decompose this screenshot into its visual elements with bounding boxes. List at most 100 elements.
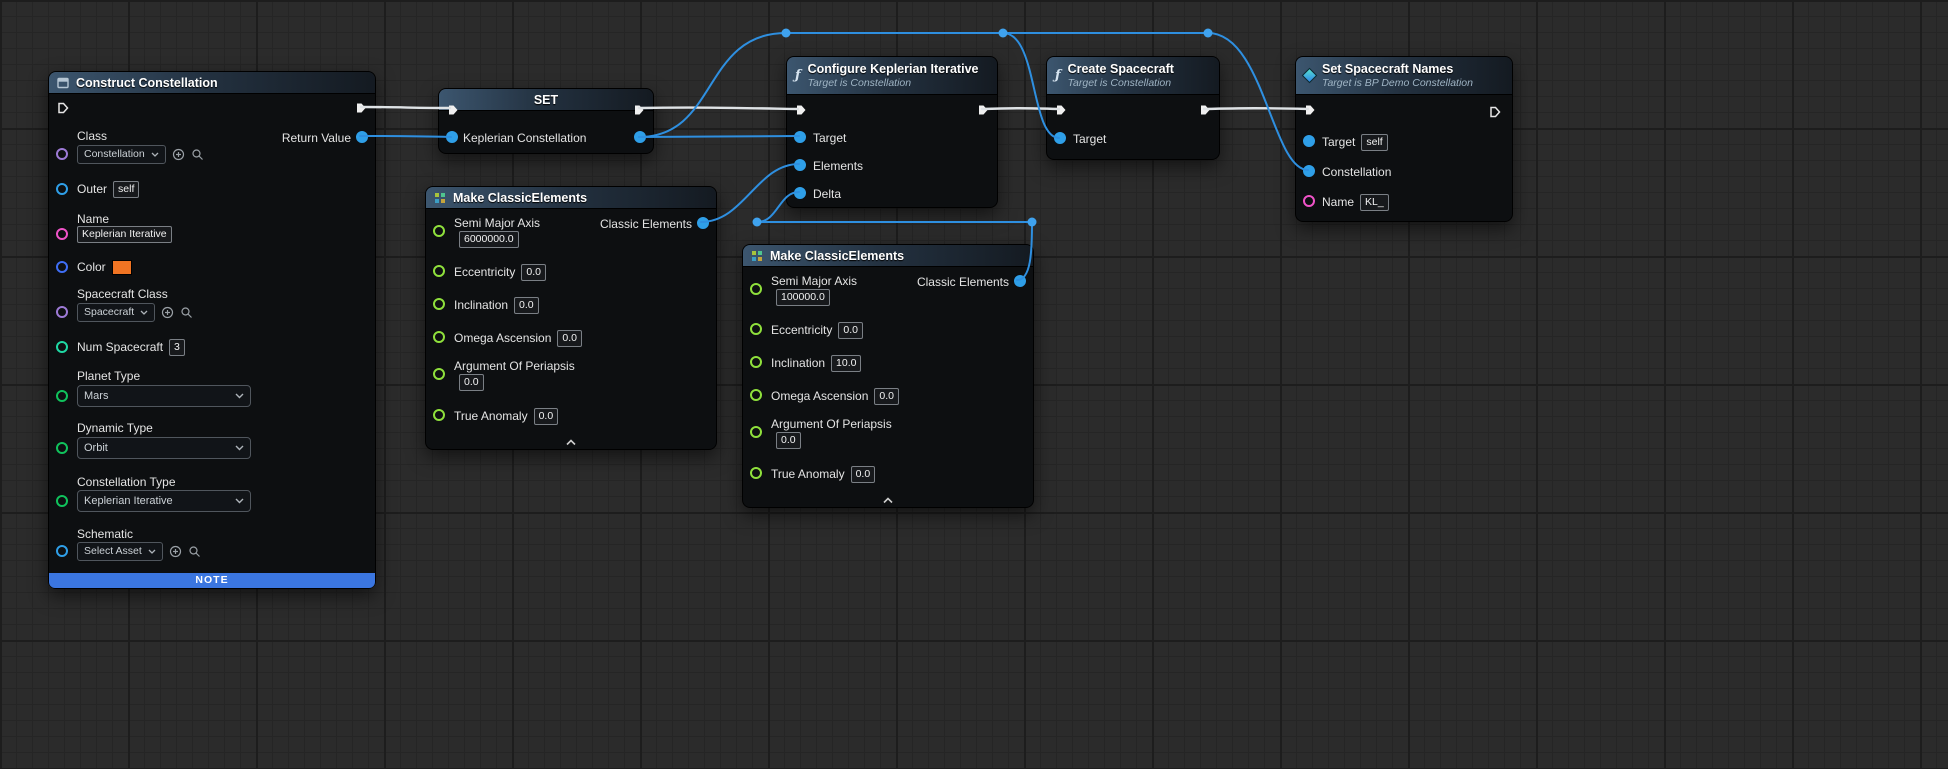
outer-pin[interactable]: [56, 183, 68, 195]
eccentricity-pin[interactable]: [433, 265, 445, 277]
keplerian-constellation-in-pin[interactable]: [446, 131, 458, 143]
node-make-classicelements-2[interactable]: Make ClassicElements Semi Major Axis 100…: [742, 244, 1034, 508]
elements-row: Elements: [813, 158, 863, 174]
dynamic-type-dropdown[interactable]: Orbit: [77, 437, 251, 459]
schematic-dropdown[interactable]: Select Asset: [77, 542, 163, 561]
exec-out-pin[interactable]: [976, 103, 990, 117]
true-anomaly-pin[interactable]: [433, 409, 445, 421]
node-header-make-1[interactable]: Make ClassicElements: [426, 187, 716, 209]
name-pin[interactable]: [56, 228, 68, 240]
target-pin[interactable]: [794, 131, 806, 143]
note-bar[interactable]: NOTE: [49, 573, 375, 588]
argument-of-periapsis-value-box[interactable]: 0.0: [776, 432, 801, 449]
planet-type-pin[interactable]: [56, 390, 68, 402]
node-header-set[interactable]: SET: [439, 89, 653, 111]
constellation-type-dropdown[interactable]: Keplerian Iterative: [77, 490, 251, 512]
node-header-set-names[interactable]: Set Spacecraft Names Target is BP Demo C…: [1296, 57, 1512, 95]
true-anomaly-value-box[interactable]: 0.0: [851, 466, 876, 483]
collapse-chevron-icon[interactable]: [565, 439, 577, 446]
eccentricity-pin[interactable]: [750, 323, 762, 335]
plus-circle-icon[interactable]: [161, 306, 174, 319]
node-header-construct[interactable]: Construct Constellation: [49, 72, 375, 94]
reroute-node[interactable]: [1028, 218, 1037, 227]
name-value-box[interactable]: KL_: [1360, 194, 1389, 211]
node-set-spacecraft-names[interactable]: Set Spacecraft Names Target is BP Demo C…: [1295, 56, 1513, 222]
inclination-pin[interactable]: [750, 356, 762, 368]
exec-in-pin[interactable]: [1303, 103, 1317, 117]
num-spacecraft-value-box[interactable]: 3: [169, 339, 185, 356]
semi-major-axis-value-box[interactable]: 6000000.0: [459, 231, 519, 248]
semi-major-axis-value-box[interactable]: 100000.0: [776, 289, 830, 306]
node-make-classicelements-1[interactable]: Make ClassicElements Semi Major Axis 600…: [425, 186, 717, 450]
color-pin[interactable]: [56, 261, 68, 273]
omega-ascension-pin[interactable]: [433, 331, 445, 343]
blueprint-graph-canvas[interactable]: Construct Constellation Return Value Cla…: [0, 0, 1948, 769]
node-configure-keplerian-iterative[interactable]: ƒ Configure Keplerian Iterative Target i…: [786, 56, 998, 208]
planet-type-dropdown[interactable]: Mars: [77, 385, 251, 407]
inclination-value-box[interactable]: 0.0: [514, 297, 539, 314]
class-dropdown[interactable]: Constellation: [77, 145, 166, 164]
target-pin[interactable]: [1054, 132, 1066, 144]
omega-ascension-value-box[interactable]: 0.0: [557, 330, 582, 347]
true-anomaly-pin[interactable]: [750, 467, 762, 479]
exec-out-pin[interactable]: [1198, 103, 1212, 117]
keplerian-constellation-out-pin[interactable]: [634, 131, 646, 143]
eccentricity-value-box[interactable]: 0.0: [521, 264, 546, 281]
classic-elements-out-pin[interactable]: [1014, 275, 1026, 287]
spacecraft-class-dropdown[interactable]: Spacecraft: [77, 303, 155, 322]
semi-major-axis-pin[interactable]: [750, 283, 762, 295]
node-header-create[interactable]: ƒ Create Spacecraft Target is Constellat…: [1047, 57, 1219, 95]
exec-out-pin[interactable]: [354, 101, 368, 115]
collapse-chevron-icon[interactable]: [882, 497, 894, 504]
exec-out-pin[interactable]: [632, 103, 646, 117]
node-set-keplerian-constellation[interactable]: SET Keplerian Constellation: [438, 88, 654, 154]
plus-circle-icon[interactable]: [169, 545, 182, 558]
delta-pin[interactable]: [794, 187, 806, 199]
reroute-node[interactable]: [753, 218, 762, 227]
name-value-box[interactable]: Keplerian Iterative: [77, 226, 172, 243]
elements-pin[interactable]: [794, 159, 806, 171]
argument-of-periapsis-pin[interactable]: [433, 368, 445, 380]
search-icon[interactable]: [180, 306, 193, 319]
exec-out-pin[interactable]: [1488, 105, 1502, 119]
target-value-box[interactable]: self: [1361, 134, 1387, 151]
search-icon[interactable]: [191, 148, 204, 161]
spacecraft-class-pin[interactable]: [56, 306, 68, 318]
true-anomaly-value-box[interactable]: 0.0: [534, 408, 559, 425]
spacecraft-class-label: Spacecraft Class: [77, 287, 168, 301]
eccentricity-value-box[interactable]: 0.0: [838, 322, 863, 339]
outer-value-box[interactable]: self: [113, 181, 139, 198]
exec-in-pin[interactable]: [794, 103, 808, 117]
inclination-value-box[interactable]: 10.0: [831, 355, 861, 372]
argument-of-periapsis-value-box[interactable]: 0.0: [459, 374, 484, 391]
color-swatch[interactable]: [112, 260, 132, 275]
num-spacecraft-pin[interactable]: [56, 341, 68, 353]
constellation-pin[interactable]: [1303, 165, 1315, 177]
node-create-spacecraft[interactable]: ƒ Create Spacecraft Target is Constellat…: [1046, 56, 1220, 160]
node-construct-constellation[interactable]: Construct Constellation Return Value Cla…: [48, 71, 376, 589]
node-header-make-2[interactable]: Make ClassicElements: [743, 245, 1033, 267]
exec-in-pin[interactable]: [446, 103, 460, 117]
semi-major-axis-pin[interactable]: [433, 225, 445, 237]
search-icon[interactable]: [188, 545, 201, 558]
target-pin[interactable]: [1303, 135, 1315, 147]
class-pin[interactable]: [56, 148, 68, 160]
constellation-type-pin[interactable]: [56, 495, 68, 507]
exec-in-pin[interactable]: [1054, 103, 1068, 117]
node-header-configure[interactable]: ƒ Configure Keplerian Iterative Target i…: [787, 57, 997, 95]
return-value-pin[interactable]: [356, 131, 368, 143]
exec-in-pin[interactable]: [56, 101, 70, 115]
inclination-pin[interactable]: [433, 298, 445, 310]
dynamic-type-pin[interactable]: [56, 442, 68, 454]
classic-elements-out-pin[interactable]: [697, 217, 709, 229]
node-title: Set Spacecraft Names: [1322, 62, 1473, 76]
reroute-node[interactable]: [999, 29, 1008, 38]
name-pin[interactable]: [1303, 195, 1315, 207]
argument-of-periapsis-pin[interactable]: [750, 426, 762, 438]
omega-ascension-pin[interactable]: [750, 389, 762, 401]
reroute-node[interactable]: [1204, 29, 1213, 38]
omega-ascension-value-box[interactable]: 0.0: [874, 388, 899, 405]
reroute-node[interactable]: [782, 29, 791, 38]
schematic-pin[interactable]: [56, 545, 68, 557]
plus-circle-icon[interactable]: [172, 148, 185, 161]
